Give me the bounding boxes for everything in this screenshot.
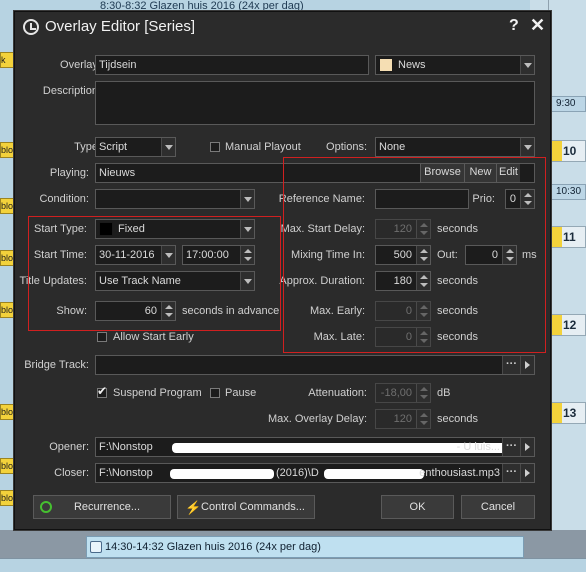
max-overlay-delay-spinner[interactable]: 120 [375, 409, 431, 429]
left-tag[interactable]: k V [0, 52, 14, 68]
right-schedule-row[interactable]: 13 [549, 402, 586, 424]
overlay-name-input[interactable]: Tijdsein [95, 55, 369, 75]
right-schedule-row[interactable]: 10 [549, 140, 586, 162]
overlay-editor-dialog: Overlay Editor [Series] ? ✕ Overlay: Tij… [14, 11, 551, 530]
type-select[interactable]: Script [95, 137, 176, 157]
ok-button[interactable]: OK [381, 495, 454, 519]
attenuation-spinner[interactable]: -18,00 [375, 383, 431, 403]
left-tag[interactable]: blo [0, 142, 14, 158]
suspend-program-label: Suspend Program [113, 387, 202, 399]
cancel-button[interactable]: Cancel [461, 495, 535, 519]
close-button[interactable]: ✕ [530, 15, 545, 36]
annotation-box-right [283, 157, 546, 353]
left-tag[interactable]: blo [0, 490, 14, 506]
help-button[interactable]: ? [509, 17, 519, 35]
category-select[interactable]: News [375, 55, 535, 75]
schedule-icon [90, 541, 102, 553]
closer-value-start: F:\Nonstop [99, 467, 153, 479]
type-value: Script [99, 141, 128, 153]
manual-playout-checkbox[interactable] [210, 142, 220, 152]
closer-input[interactable]: F:\Nonstop (2016)\D enthousiast.mp3 ··· [95, 463, 535, 483]
play-icon[interactable] [520, 464, 534, 482]
lightning-icon: ⚡ [185, 500, 202, 515]
condition-label: Condition: [39, 193, 89, 205]
browse-dots-button[interactable]: ··· [502, 438, 520, 456]
attenuation-value: -18,00 [380, 387, 412, 399]
redaction-mask [324, 469, 424, 479]
condition-select[interactable] [95, 189, 255, 209]
left-tag[interactable]: blo [0, 458, 14, 474]
attenuation-label: Attenuation: [308, 387, 367, 399]
description-textarea[interactable] [95, 81, 535, 125]
pause-label: Pause [225, 387, 257, 399]
opener-value-end: - U luis... [456, 441, 500, 453]
control-commands-label: Control Commands... [201, 501, 305, 513]
chevron-down-icon [240, 190, 254, 208]
recurrence-icon [40, 501, 52, 513]
clock-icon [23, 19, 39, 35]
browse-dots-button[interactable]: ··· [502, 464, 520, 482]
allow-start-early-label: Allow Start Early [113, 331, 194, 343]
play-icon[interactable] [520, 438, 534, 456]
left-column [0, 0, 14, 572]
opener-input[interactable]: F:\Nonstop - U luis... ··· [95, 437, 535, 457]
opener-value-start: F:\Nonstop [99, 441, 153, 453]
attenuation-unit: dB [437, 387, 451, 399]
right-time[interactable]: 10:30 [549, 184, 586, 200]
closer-value-end: enthousiast.mp3 [419, 467, 500, 479]
spinner-arrows-icon[interactable] [416, 384, 430, 402]
playing-value: Nieuws [99, 167, 136, 179]
chevron-down-icon [520, 56, 534, 74]
description-label: Description: [42, 85, 101, 97]
title-bar[interactable]: Overlay Editor [Series] ? ✕ [15, 12, 550, 41]
spinner-arrows-icon[interactable] [416, 410, 430, 428]
closer-label: Closer: [54, 467, 89, 479]
annotation-box-left [28, 216, 281, 331]
control-commands-button[interactable]: ⚡ Control Commands... [177, 495, 315, 519]
bridge-track-input[interactable]: ··· [95, 355, 535, 375]
window-title: Overlay Editor [Series] [45, 18, 196, 35]
recurrence-label: Recurrence... [73, 501, 141, 513]
pause-checkbox[interactable] [210, 388, 220, 398]
browse-dots-button[interactable]: ··· [502, 356, 520, 374]
bottom-schedule-label: 14:30-14:32 Glazen huis 2016 (24x per da… [105, 541, 321, 553]
max-overlay-delay-value: 120 [393, 413, 412, 425]
category-value: News [398, 59, 426, 71]
options-label: Options: [326, 141, 367, 153]
max-overlay-delay-label: Max. Overlay Delay: [267, 413, 367, 425]
redaction-mask [170, 469, 274, 479]
right-schedule-row[interactable]: 12 [549, 314, 586, 336]
play-icon[interactable] [520, 356, 534, 374]
suspend-program-checkbox[interactable] [97, 384, 107, 398]
opener-label: Opener: [49, 441, 89, 453]
right-time[interactable]: 9:30 [549, 96, 586, 112]
right-schedule-row[interactable]: 11 [549, 226, 586, 248]
bottom-schedule-item[interactable]: 14:30-14:32 Glazen huis 2016 (24x per da… [86, 536, 524, 558]
left-tag[interactable]: blo [0, 198, 14, 214]
manual-playout-label: Manual Playout [225, 141, 301, 153]
options-value: None [379, 141, 406, 153]
closer-value-mid: (2016)\D [276, 467, 319, 479]
max-overlay-delay-unit: seconds [437, 413, 478, 425]
chevron-down-icon [161, 138, 175, 156]
allow-start-early-checkbox[interactable] [97, 332, 107, 342]
category-color-swatch [379, 58, 393, 72]
bridge-track-label: Bridge Track: [24, 359, 89, 371]
recurrence-button[interactable]: Recurrence... [33, 495, 171, 519]
options-select[interactable]: None [375, 137, 535, 157]
left-tag[interactable]: blo [0, 404, 14, 420]
left-tag[interactable]: blo [0, 302, 14, 318]
left-tag[interactable]: blo [0, 250, 14, 266]
bottom-line [0, 558, 586, 572]
chevron-down-icon [520, 138, 534, 156]
playing-label: Playing: [49, 167, 89, 179]
